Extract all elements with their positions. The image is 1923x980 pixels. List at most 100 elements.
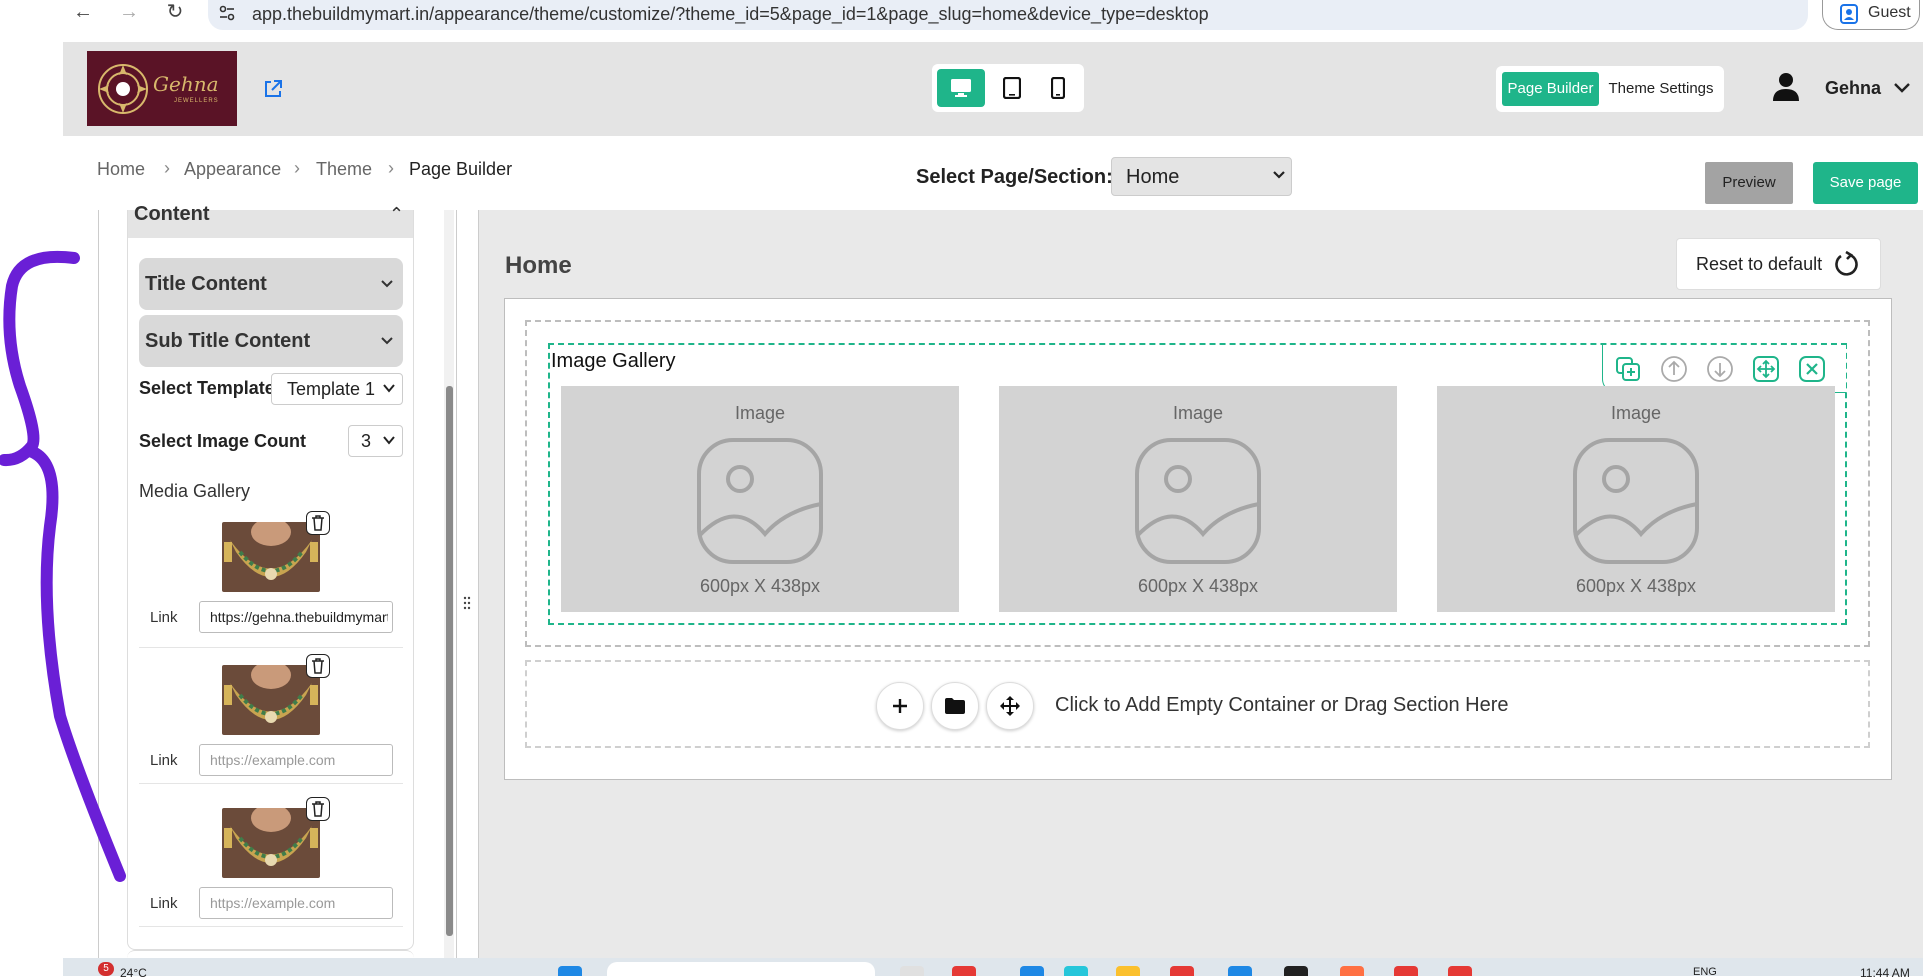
breadcrumb-current: Page Builder (409, 159, 513, 179)
necklace-thumbnail (222, 665, 320, 735)
tablet-icon (1003, 77, 1021, 99)
select-template-label: Select Template (139, 378, 275, 398)
taskbar-app-icon[interactable] (1284, 966, 1308, 976)
image-placeholder-icon (1135, 438, 1261, 564)
chevron-down-icon (1273, 171, 1285, 179)
folder-icon (945, 698, 965, 714)
tablet-view-button[interactable] (988, 69, 1036, 107)
link-label: Link (150, 895, 178, 912)
chevron-down-icon[interactable] (1893, 82, 1911, 94)
duplicate-icon[interactable] (1614, 355, 1642, 383)
media-link-placeholder: https://example.com (210, 752, 336, 768)
save-page-button[interactable]: Save page (1813, 162, 1918, 204)
breadcrumb-home[interactable]: Home (97, 159, 145, 180)
taskbar-app-icon[interactable] (1228, 966, 1252, 976)
page-builder-tab[interactable]: Page Builder (1502, 72, 1599, 106)
gallery-image-label: Image (1172, 403, 1224, 423)
theme-settings-tab[interactable]: Theme Settings (1604, 72, 1718, 106)
image-count-label: Select Image Count (139, 431, 307, 451)
taskbar-app-icon[interactable] (1340, 966, 1364, 976)
reset-label: Reset to default (1696, 254, 1823, 274)
logo-subtext: JEWELLERS (174, 98, 219, 104)
clock[interactable]: 11:44 AM (1860, 966, 1910, 980)
chevron-up-icon[interactable]: ⌃ (389, 204, 404, 225)
logo-wordmark: Gehna (153, 72, 219, 96)
move-up-icon[interactable] (1660, 355, 1688, 383)
panel-resize-handle-icon[interactable] (462, 594, 472, 612)
user-icon[interactable] (1772, 72, 1800, 102)
gallery-image-size: 600px X 438px (1137, 576, 1259, 596)
taskbar-app-icon[interactable] (1394, 966, 1418, 976)
breadcrumb-theme[interactable]: Theme (316, 159, 372, 180)
trash-icon (312, 515, 324, 531)
delete-media-button[interactable] (306, 511, 330, 535)
mobile-icon (1051, 77, 1065, 99)
content-section-title: Content (134, 203, 210, 225)
accordion-label: Title Content (145, 273, 267, 295)
preview-button[interactable]: Preview (1705, 162, 1793, 204)
forward-arrow-icon[interactable]: → (116, 0, 142, 26)
panel-scrollbar-thumb[interactable] (446, 386, 453, 936)
page-select-value: Home (1126, 166, 1180, 188)
profile-icon (1840, 4, 1858, 24)
gallery-section-title: Image Gallery (551, 350, 676, 372)
back-arrow-icon[interactable]: ← (70, 0, 96, 26)
delete-media-button[interactable] (306, 654, 330, 678)
move-down-icon[interactable] (1706, 355, 1734, 383)
add-container-button[interactable] (876, 682, 924, 730)
accordion-label: Sub Title Content (145, 330, 311, 352)
necklace-thumbnail (222, 522, 320, 592)
taskbar-app-icon[interactable] (900, 966, 924, 976)
plus-icon (893, 699, 907, 713)
gallery-image-label: Image (734, 403, 786, 423)
start-icon[interactable] (558, 966, 582, 976)
desktop-icon (951, 79, 971, 97)
gallery-image-size: 600px X 438px (1575, 576, 1697, 596)
reload-icon[interactable]: ↻ (162, 0, 188, 26)
media-link-value: https://gehna.thebuildmymart (210, 609, 388, 625)
breadcrumb-appearance[interactable]: Appearance (184, 159, 281, 180)
image-count-value: 3 (361, 431, 372, 451)
external-link-icon[interactable] (262, 78, 284, 100)
drag-section-button[interactable] (986, 682, 1034, 730)
drag-move-icon[interactable] (1752, 355, 1780, 383)
image-placeholder-icon (697, 438, 823, 564)
media-link-placeholder: https://example.com (210, 895, 336, 911)
chevron-down-icon (381, 337, 393, 345)
chevron-down-icon (383, 436, 395, 445)
os-taskbar (63, 958, 1923, 976)
language-indicator[interactable]: ENG (1693, 966, 1717, 978)
taskbar-app-icon[interactable] (1170, 966, 1194, 976)
mobile-view-button[interactable] (1034, 69, 1082, 107)
taskbar-app-icon[interactable] (1448, 966, 1472, 976)
necklace-thumbnail (222, 808, 320, 878)
breadcrumb-separator-icon: › (294, 158, 300, 178)
taskbar-app-icon[interactable] (1064, 966, 1088, 976)
user-menu-name[interactable]: Gehna (1825, 78, 1881, 99)
browse-sections-button[interactable] (931, 682, 979, 730)
profile-label: Guest (1868, 4, 1911, 21)
taskbar-app-icon[interactable] (1020, 966, 1044, 976)
move-arrows-icon (1000, 696, 1020, 716)
link-label: Link (150, 609, 178, 626)
desktop-view-button[interactable] (937, 69, 985, 107)
taskbar-app-icon[interactable] (952, 966, 976, 976)
close-section-icon[interactable] (1798, 355, 1826, 383)
select-page-label: Select Page/Section: (916, 166, 1113, 188)
trash-icon (312, 658, 324, 674)
notification-badge: 5 (98, 962, 114, 976)
site-settings-icon[interactable] (217, 3, 237, 23)
gallery-image-size: 600px X 438px (699, 576, 821, 596)
delete-media-button[interactable] (306, 797, 330, 821)
link-label: Link (150, 752, 178, 769)
gallery-image-label: Image (1610, 403, 1662, 423)
mandala-logo-icon (98, 64, 148, 114)
chevron-down-icon (383, 384, 395, 393)
taskbar-app-icon[interactable] (1116, 966, 1140, 976)
weather-text[interactable]: 24°C (120, 966, 147, 980)
add-container-hint: Click to Add Empty Container or Drag Sec… (1055, 694, 1509, 716)
template-select-value: Template 1 (287, 379, 376, 399)
breadcrumb-separator-icon: › (388, 158, 394, 178)
media-gallery-label: Media Gallery (139, 481, 251, 501)
reset-icon (1835, 250, 1858, 276)
